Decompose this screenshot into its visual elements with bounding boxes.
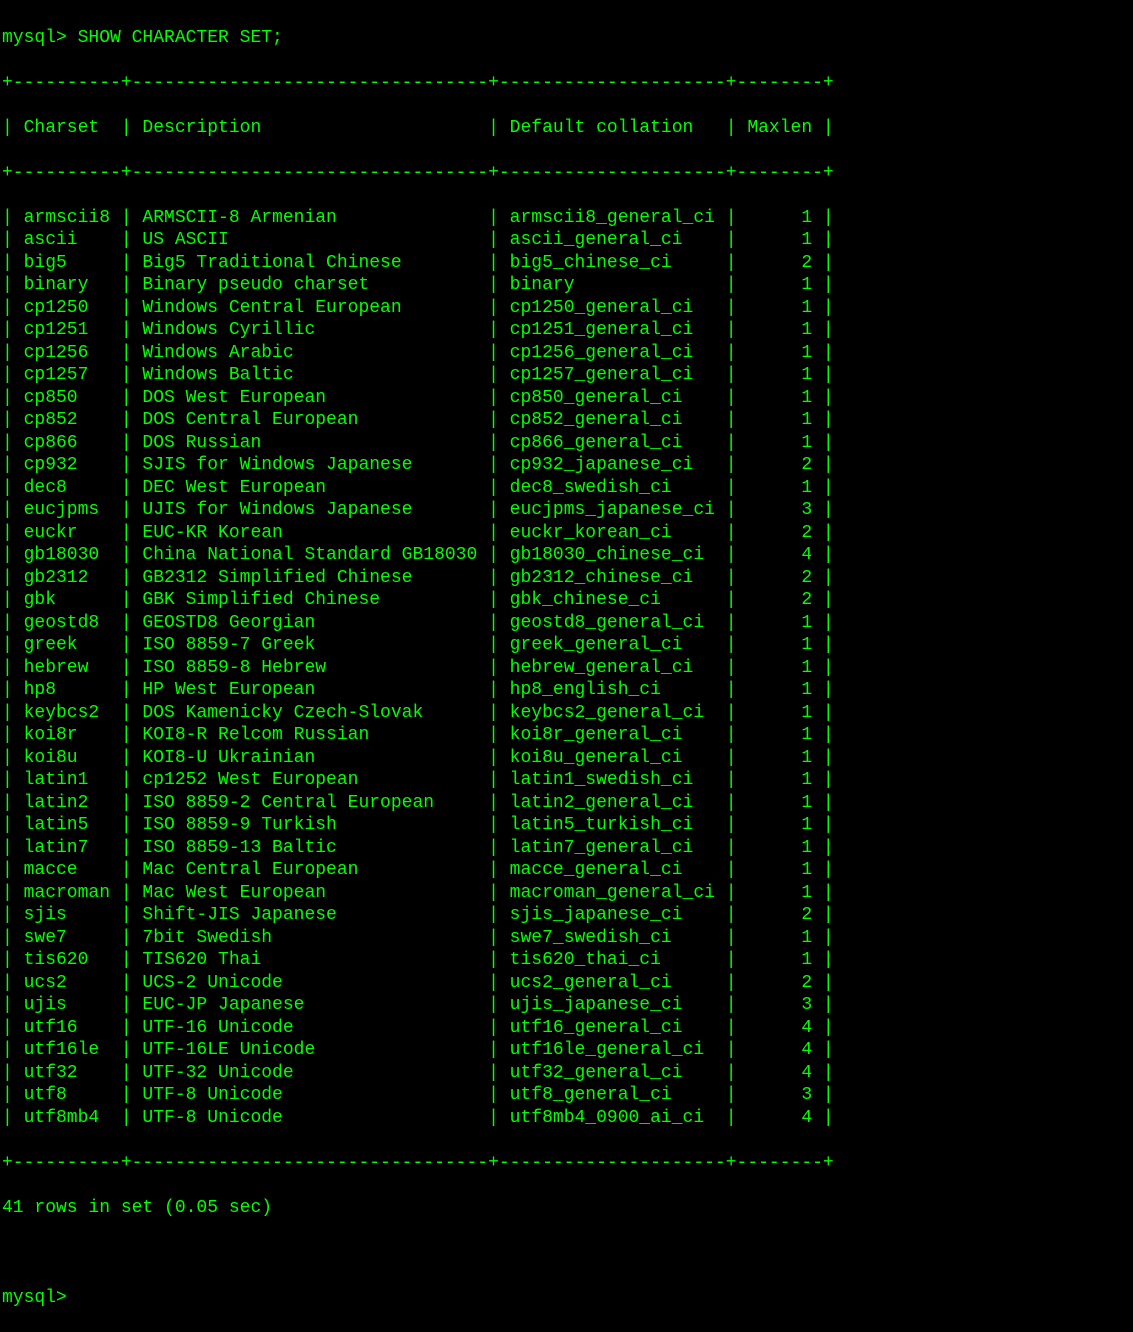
- table-row: | keybcs2 | DOS Kamenicky Czech-Slovak |…: [2, 702, 1133, 725]
- table-row: | ucs2 | UCS-2 Unicode | ucs2_general_ci…: [2, 972, 1133, 995]
- table-row: | utf16 | UTF-16 Unicode | utf16_general…: [2, 1017, 1133, 1040]
- table-row: | utf8mb4 | UTF-8 Unicode | utf8mb4_0900…: [2, 1107, 1133, 1130]
- table-row: | ascii | US ASCII | ascii_general_ci | …: [2, 229, 1133, 252]
- table-row: | koi8u | KOI8-U Ukrainian | koi8u_gener…: [2, 747, 1133, 770]
- table-row: | gbk | GBK Simplified Chinese | gbk_chi…: [2, 589, 1133, 612]
- table-row: | euckr | EUC-KR Korean | euckr_korean_c…: [2, 522, 1133, 545]
- table-row: | hebrew | ISO 8859-8 Hebrew | hebrew_ge…: [2, 657, 1133, 680]
- table-row: | big5 | Big5 Traditional Chinese | big5…: [2, 252, 1133, 275]
- table-row: | latin1 | cp1252 West European | latin1…: [2, 769, 1133, 792]
- table-row: | cp1256 | Windows Arabic | cp1256_gener…: [2, 342, 1133, 365]
- table-row: | cp866 | DOS Russian | cp866_general_ci…: [2, 432, 1133, 455]
- table-border-bottom: +----------+----------------------------…: [2, 1152, 1133, 1175]
- table-row: | geostd8 | GEOSTD8 Georgian | geostd8_g…: [2, 612, 1133, 635]
- table-row: | cp1251 | Windows Cyrillic | cp1251_gen…: [2, 319, 1133, 342]
- table-row: | utf32 | UTF-32 Unicode | utf32_general…: [2, 1062, 1133, 1085]
- blank-line: [2, 1242, 1133, 1265]
- table-row: | gb2312 | GB2312 Simplified Chinese | g…: [2, 567, 1133, 590]
- table-row: | eucjpms | UJIS for Windows Japanese | …: [2, 499, 1133, 522]
- table-row: | binary | Binary pseudo charset | binar…: [2, 274, 1133, 297]
- table-row: | sjis | Shift-JIS Japanese | sjis_japan…: [2, 904, 1133, 927]
- table-row: | koi8r | KOI8-R Relcom Russian | koi8r_…: [2, 724, 1133, 747]
- table-row: | utf8 | UTF-8 Unicode | utf8_general_ci…: [2, 1084, 1133, 1107]
- table-row: | macce | Mac Central European | macce_g…: [2, 859, 1133, 882]
- table-row: | cp1257 | Windows Baltic | cp1257_gener…: [2, 364, 1133, 387]
- table-row: | latin5 | ISO 8859-9 Turkish | latin5_t…: [2, 814, 1133, 837]
- table-border-header: +----------+----------------------------…: [2, 162, 1133, 185]
- table-row: | cp932 | SJIS for Windows Japanese | cp…: [2, 454, 1133, 477]
- table-row: | macroman | Mac West European | macroma…: [2, 882, 1133, 905]
- status-line: 41 rows in set (0.05 sec): [2, 1197, 1133, 1220]
- table-border-top: +----------+----------------------------…: [2, 72, 1133, 95]
- table-row: | ujis | EUC-JP Japanese | ujis_japanese…: [2, 994, 1133, 1017]
- table-row: | cp1250 | Windows Central European | cp…: [2, 297, 1133, 320]
- mysql-prompt[interactable]: mysql>: [2, 1287, 1133, 1310]
- table-header-row: | Charset | Description | Default collat…: [2, 117, 1133, 140]
- table-row: | hp8 | HP West European | hp8_english_c…: [2, 679, 1133, 702]
- table-row: | swe7 | 7bit Swedish | swe7_swedish_ci …: [2, 927, 1133, 950]
- table-row: | utf16le | UTF-16LE Unicode | utf16le_g…: [2, 1039, 1133, 1062]
- table-row: | gb18030 | China National Standard GB18…: [2, 544, 1133, 567]
- table-row: | cp850 | DOS West European | cp850_gene…: [2, 387, 1133, 410]
- table-body: | armscii8 | ARMSCII-8 Armenian | armsci…: [2, 207, 1133, 1130]
- table-row: | latin7 | ISO 8859-13 Baltic | latin7_g…: [2, 837, 1133, 860]
- sql-command-line: mysql> SHOW CHARACTER SET;: [2, 27, 1133, 50]
- table-row: | cp852 | DOS Central European | cp852_g…: [2, 409, 1133, 432]
- table-row: | greek | ISO 8859-7 Greek | greek_gener…: [2, 634, 1133, 657]
- table-row: | tis620 | TIS620 Thai | tis620_thai_ci …: [2, 949, 1133, 972]
- table-row: | latin2 | ISO 8859-2 Central European |…: [2, 792, 1133, 815]
- table-row: | armscii8 | ARMSCII-8 Armenian | armsci…: [2, 207, 1133, 230]
- table-row: | dec8 | DEC West European | dec8_swedis…: [2, 477, 1133, 500]
- terminal-window: mysql> SHOW CHARACTER SET; +----------+-…: [0, 0, 1133, 1332]
